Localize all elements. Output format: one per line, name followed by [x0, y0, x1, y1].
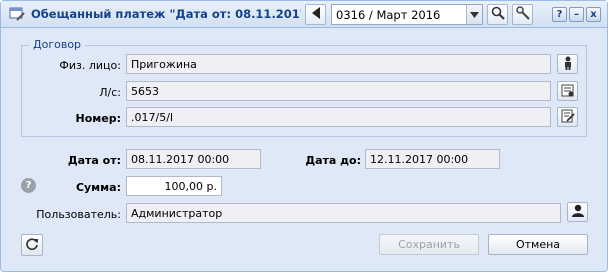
edit-contract-button[interactable] [557, 107, 578, 127]
person-label: Физ. лицо: [59, 59, 121, 72]
sum-label: Сумма: [75, 181, 121, 194]
select-user-button[interactable] [567, 202, 588, 222]
select-account-button[interactable] [557, 81, 578, 101]
cancel-button[interactable]: Отмена [488, 234, 588, 255]
sum-field[interactable]: 100,00 р. [126, 176, 222, 196]
save-button[interactable]: Сохранить [379, 234, 479, 255]
person-field[interactable]: Пригожина [126, 54, 551, 74]
help-button[interactable]: ? [552, 7, 567, 22]
chevron-down-icon[interactable] [466, 5, 482, 24]
date-from-label: Дата от: [67, 154, 121, 167]
account-card-icon [561, 83, 575, 100]
window-title: Обещанный платеж "Дата от: 08.11.2017 - … [31, 7, 301, 21]
edit-document-icon [561, 109, 575, 126]
user-field[interactable]: Администратор [126, 203, 561, 223]
period-value: 0316 / Март 2016 [336, 8, 441, 22]
select-person-button[interactable] [557, 54, 578, 74]
window-edit-icon [9, 6, 25, 22]
refresh-button[interactable] [21, 234, 43, 256]
magnifier-icon [491, 6, 505, 23]
refresh-icon [25, 237, 39, 254]
account-field[interactable]: 5653 [126, 81, 551, 101]
prev-period-button[interactable] [305, 4, 326, 25]
contract-legend: Договор [29, 38, 86, 51]
question-icon[interactable]: ? [21, 178, 36, 193]
period-select[interactable]: 0316 / Март 2016 [331, 4, 483, 25]
person-icon [563, 56, 573, 73]
promised-payment-window: Обещанный платеж "Дата от: 08.11.2017 - … [0, 0, 608, 272]
date-to-field[interactable]: 12.11.2017 00:00 [365, 149, 500, 169]
filter-button[interactable] [512, 4, 533, 25]
user-label: Пользователь: [36, 208, 121, 221]
user-icon [571, 204, 585, 221]
close-button[interactable]: x [586, 7, 601, 22]
title-bar: Обещанный платеж "Дата от: 08.11.2017 - … [1, 1, 607, 28]
tool-icon [515, 6, 530, 23]
search-button[interactable] [487, 4, 508, 25]
number-field[interactable]: .017/5/I [126, 107, 551, 127]
triangle-left-icon [311, 7, 321, 22]
account-label: Л/с: [99, 86, 121, 99]
date-from-field[interactable]: 08.11.2017 00:00 [126, 149, 261, 169]
number-label: Номер: [75, 112, 122, 125]
minimize-button[interactable]: – [569, 7, 584, 22]
date-to-label: Дата до: [305, 154, 361, 167]
